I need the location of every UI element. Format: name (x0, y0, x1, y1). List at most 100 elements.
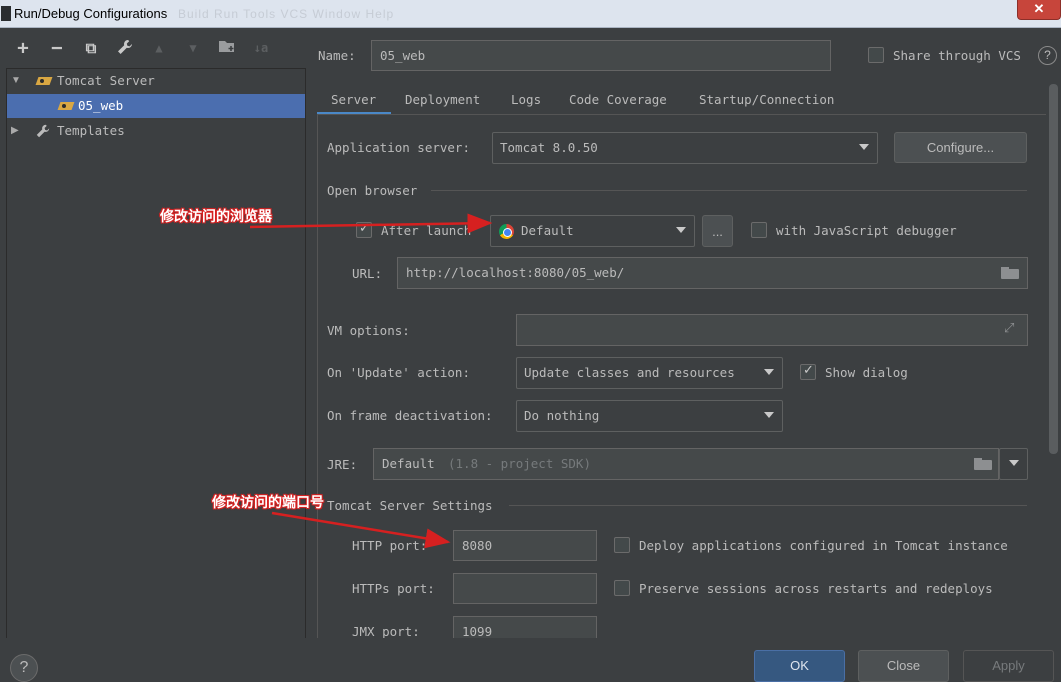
browser-settings-button[interactable]: ... (702, 215, 733, 247)
chevron-down-icon (1009, 460, 1019, 466)
apply-button[interactable]: Apply (963, 650, 1054, 682)
sort-icon[interactable]: ↓a (250, 38, 272, 60)
url-input[interactable]: http://localhost:8080/05_web/ (397, 257, 1028, 289)
jre-value: Default (382, 456, 435, 471)
vm-options-input[interactable]: ⤢ (516, 314, 1028, 346)
copy-configuration-button[interactable]: ⧉ (80, 38, 102, 60)
tab-deployment[interactable]: Deployment (405, 92, 480, 107)
close-button[interactable]: Close (858, 650, 949, 682)
configurations-toolbar: + − ⧉ ▲ ▼ ↓a (0, 28, 307, 66)
add-configuration-button[interactable]: + (12, 38, 34, 60)
tab-startup-connection[interactable]: Startup/Connection (699, 92, 834, 107)
collapsed-caret-icon[interactable]: ▶ (11, 119, 19, 143)
after-launch-label: After launch (381, 223, 472, 238)
folder-icon[interactable] (974, 458, 992, 470)
app-server-dropdown[interactable]: Tomcat 8.0.50 (492, 132, 878, 164)
preserve-sessions-checkbox[interactable] (614, 580, 630, 596)
after-launch-checkbox[interactable] (356, 221, 372, 238)
tomcat-icon (37, 75, 53, 87)
vertical-scrollbar[interactable] (1046, 84, 1060, 464)
move-down-icon[interactable]: ▼ (182, 38, 204, 60)
on-update-dropdown[interactable]: Update classes and resources (516, 357, 783, 389)
tree-node-tomcat-server[interactable]: ▼ Tomcat Server (7, 69, 305, 93)
share-vcs-help-icon[interactable]: ? (1038, 46, 1057, 65)
move-up-icon[interactable]: ▲ (148, 38, 170, 60)
jmx-port-input[interactable]: 1099 (453, 616, 597, 638)
browser-dropdown[interactable]: Default (490, 215, 695, 247)
show-dialog-label: Show dialog (825, 365, 908, 380)
chevron-down-icon (764, 412, 774, 418)
intellij-icon (1, 6, 11, 21)
jre-dropdown-button[interactable] (999, 448, 1028, 480)
chevron-down-icon (859, 144, 869, 150)
folder-icon[interactable] (1001, 267, 1019, 279)
window-title: Run/Debug Configurations (14, 6, 168, 21)
chevron-down-icon (676, 227, 686, 233)
tree-label-05-web: 05_web (78, 98, 124, 113)
name-label: Name: (318, 48, 356, 63)
on-frame-label: On frame deactivation: (327, 408, 493, 423)
help-icon[interactable]: ? (10, 654, 38, 682)
expanded-caret-icon[interactable]: ▼ (11, 69, 21, 93)
deploy-apps-label: Deploy applications configured in Tomcat… (639, 538, 1008, 553)
http-port-value: 8080 (462, 538, 493, 553)
scrollbar-thumb[interactable] (1049, 84, 1058, 454)
http-port-label: HTTP port: (352, 538, 428, 553)
tomcat-config-icon (59, 100, 75, 112)
browser-value: Default (521, 223, 574, 238)
jmx-row-clip: JMX port: 1099 (317, 616, 1037, 638)
jre-input[interactable]: Default (1.8 - project SDK) (373, 448, 999, 480)
tree-label-templates: Templates (57, 123, 125, 138)
configurations-tree: ▼ Tomcat Server 05_web ▶ Templates (6, 68, 306, 638)
wrench-icon (35, 123, 51, 139)
preserve-sessions-label: Preserve sessions across restarts and re… (639, 581, 993, 596)
js-debugger-label: with JavaScript debugger (776, 223, 957, 238)
https-port-label: HTTPs port: (352, 581, 435, 596)
app-server-value: Tomcat 8.0.50 (500, 140, 598, 155)
share-vcs-checkbox[interactable] (868, 47, 884, 63)
chrome-icon (499, 224, 514, 239)
jmx-port-label: JMX port: (352, 624, 420, 638)
browser-annotation: 修改访问的浏览器 (160, 209, 272, 225)
app-server-label: Application server: (327, 140, 470, 155)
name-input[interactable]: 05_web (371, 40, 831, 71)
tree-node-05-web[interactable]: 05_web (7, 94, 305, 118)
tomcat-settings-separator (509, 505, 1027, 506)
jmx-port-value: 1099 (462, 624, 493, 638)
http-port-input[interactable]: 8080 (453, 530, 597, 561)
name-input-value: 05_web (380, 48, 426, 63)
show-dialog-checkbox[interactable] (800, 363, 816, 380)
remove-configuration-button[interactable]: − (46, 38, 68, 60)
on-frame-value: Do nothing (524, 408, 600, 423)
new-folder-icon[interactable] (216, 38, 238, 60)
https-port-input[interactable] (453, 573, 597, 604)
tree-label-tomcat-server: Tomcat Server (57, 73, 155, 88)
on-update-value: Update classes and resources (524, 365, 735, 380)
url-value: http://localhost:8080/05_web/ (406, 265, 625, 280)
open-browser-label: Open browser (327, 183, 418, 198)
tab-server[interactable]: Server (331, 92, 376, 107)
tomcat-settings-label: Tomcat Server Settings (327, 498, 493, 513)
jre-hint: (1.8 - project SDK) (448, 456, 591, 471)
title-bar: Run/Debug Configurations Build Run Tools… (0, 0, 1061, 28)
url-label: URL: (352, 266, 383, 281)
tree-node-templates[interactable]: ▶ Templates (7, 119, 305, 143)
configure-button[interactable]: Configure... (894, 132, 1027, 163)
vm-options-label: VM options: (327, 323, 410, 338)
share-vcs-label: Share through VCS (893, 48, 1021, 63)
chevron-down-icon (764, 369, 774, 375)
tab-logs[interactable]: Logs (511, 92, 541, 107)
expand-icon[interactable]: ⤢ (1004, 321, 1014, 336)
on-update-label: On 'Update' action: (327, 365, 470, 380)
tab-code-coverage[interactable]: Code Coverage (569, 92, 667, 107)
window-close-button[interactable]: ✕ (1017, 0, 1061, 20)
configurations-pane: + − ⧉ ▲ ▼ ↓a ▼ Tomcat Server 05_web ▶ Te… (0, 28, 307, 638)
deploy-apps-checkbox[interactable] (614, 537, 630, 553)
js-debugger-checkbox[interactable] (751, 222, 767, 238)
edit-defaults-wrench-icon[interactable] (114, 38, 136, 60)
jre-label: JRE: (327, 457, 358, 472)
on-frame-dropdown[interactable]: Do nothing (516, 400, 783, 432)
ok-button[interactable]: OK (754, 650, 845, 682)
background-menu-ghost: Build Run Tools VCS Window Help (178, 7, 395, 21)
dialog-footer: ? OK Close Apply (0, 638, 1061, 682)
